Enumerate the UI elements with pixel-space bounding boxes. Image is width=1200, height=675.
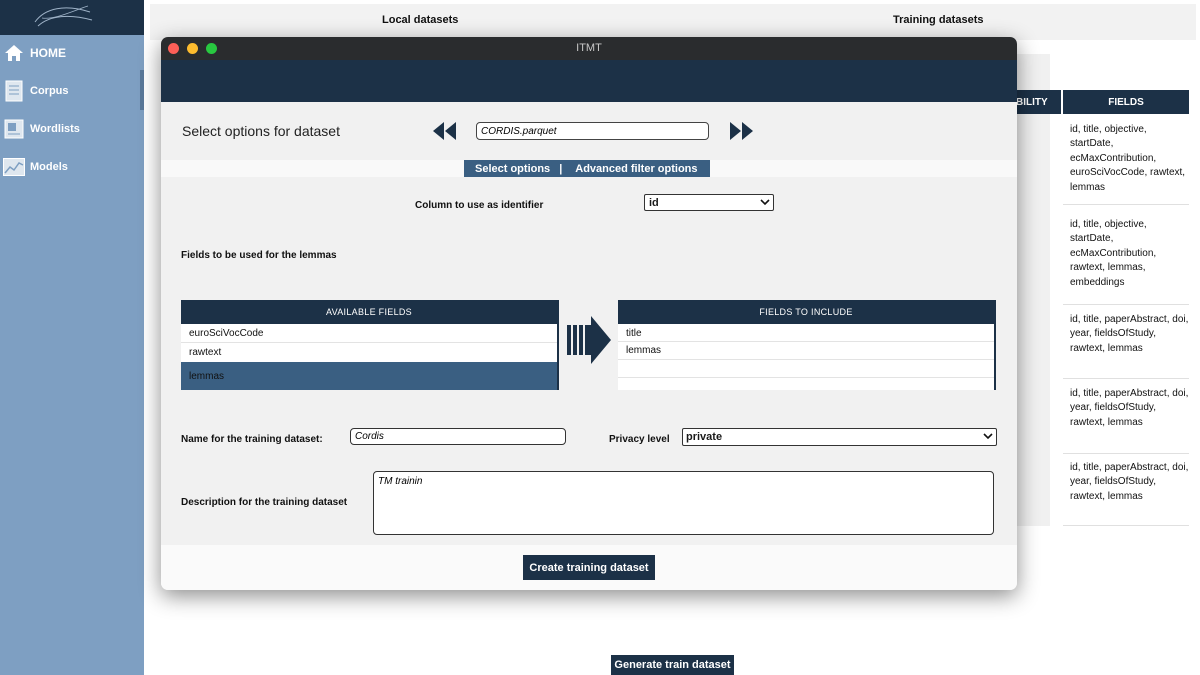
dataset-name-field[interactable]: [476, 122, 709, 140]
chevron-down-icon: [760, 199, 770, 206]
list-item[interactable]: rawtext: [181, 343, 557, 361]
options-tabs: Select options | Advanced filter options: [464, 160, 710, 177]
list-item-selected[interactable]: lemmas: [181, 362, 557, 390]
sidebar: HOME Corpus Wordlists Models: [0, 0, 144, 675]
previous-dataset-button[interactable]: [432, 121, 458, 141]
privacy-level-select[interactable]: private: [682, 428, 997, 446]
logo: [0, 0, 144, 35]
tab-advanced-filter-options[interactable]: Advanced filter options: [575, 163, 697, 175]
chart-icon: [2, 155, 26, 179]
sidebar-item-label: Models: [30, 161, 68, 173]
tab-training-datasets[interactable]: Training datasets: [893, 14, 983, 26]
sidebar-item-models[interactable]: Models: [0, 152, 140, 182]
document-icon: [2, 79, 26, 103]
tab-select-options[interactable]: Select options: [475, 163, 550, 175]
list-item-empty: [618, 360, 994, 378]
move-fields-button[interactable]: [567, 316, 611, 366]
description-label: Description for the training dataset: [181, 497, 348, 508]
double-arrow-right-icon: [730, 122, 753, 140]
tab-local-datasets[interactable]: Local datasets: [382, 14, 458, 26]
dialog-header-bar: [161, 60, 1017, 102]
identifier-label: Column to use as identifier: [415, 200, 544, 211]
privacy-level-value: private: [686, 431, 723, 443]
available-fields-scrollbar[interactable]: [557, 300, 559, 390]
sidebar-item-label: Corpus: [30, 85, 69, 97]
tab-separator: |: [559, 162, 563, 175]
options-dialog: ITMT Select options for dataset Select o…: [161, 37, 1017, 590]
next-dataset-button[interactable]: [728, 121, 754, 141]
table-row: id, title, paperAbstract, doi, year, fie…: [1063, 387, 1189, 454]
dialog-title: Select options for dataset: [182, 123, 340, 139]
sidebar-item-label: HOME: [30, 46, 66, 60]
table-row: id, title, paperAbstract, doi, year, fie…: [1063, 461, 1189, 526]
list-item[interactable]: lemmas: [618, 342, 994, 360]
generate-train-dataset-button[interactable]: Generate train dataset: [611, 655, 734, 675]
create-training-dataset-button[interactable]: Create training dataset: [523, 555, 655, 580]
maximize-window-button[interactable]: [206, 43, 217, 54]
sidebar-item-home[interactable]: HOME: [0, 38, 140, 68]
identifier-select[interactable]: id: [644, 194, 774, 211]
close-window-button[interactable]: [168, 43, 179, 54]
dataset-tabs: Local datasets Training datasets: [150, 4, 1196, 40]
list-icon: [2, 117, 26, 141]
available-fields-header: AVAILABLE FIELDS: [181, 300, 557, 324]
training-name-field[interactable]: [350, 428, 566, 445]
chevron-down-icon: [983, 433, 993, 440]
sidebar-item-label: Wordlists: [30, 123, 80, 135]
table-row: id, title, objective, startDate, ecMaxCo…: [1063, 218, 1189, 305]
privacy-level-label: Privacy level: [609, 434, 670, 445]
training-name-label: Name for the training dataset:: [181, 434, 323, 445]
column-header-fields: FIELDS: [1063, 90, 1189, 114]
window-titlebar[interactable]: ITMT: [161, 37, 1017, 60]
lemmas-fields-label: Fields to be used for the lemmas: [181, 250, 337, 261]
arrow-right-icon: [567, 316, 611, 364]
list-item[interactable]: title: [618, 325, 994, 342]
minimize-window-button[interactable]: [187, 43, 198, 54]
description-field[interactable]: TM trainin: [373, 471, 994, 535]
sidebar-item-wordlists[interactable]: Wordlists: [0, 114, 140, 144]
table-row: id, title, paperAbstract, doi, year, fie…: [1063, 313, 1189, 379]
column-header-visibility: BILITY: [1016, 90, 1061, 114]
list-item[interactable]: euroSciVocCode: [181, 325, 557, 343]
fields-to-include-list: FIELDS TO INCLUDE title lemmas: [618, 300, 996, 390]
sidebar-item-corpus[interactable]: Corpus: [0, 76, 140, 106]
available-fields-list: AVAILABLE FIELDS euroSciVocCode rawtext …: [181, 300, 559, 390]
fields-to-include-header: FIELDS TO INCLUDE: [618, 300, 994, 324]
double-arrow-left-icon: [433, 122, 456, 140]
window-title: ITMT: [576, 42, 602, 54]
table-row: id, title, objective, startDate, ecMaxCo…: [1063, 123, 1189, 205]
identifier-select-value: id: [649, 196, 659, 209]
fields-to-include-scrollbar[interactable]: [994, 300, 996, 390]
home-icon: [2, 41, 26, 65]
